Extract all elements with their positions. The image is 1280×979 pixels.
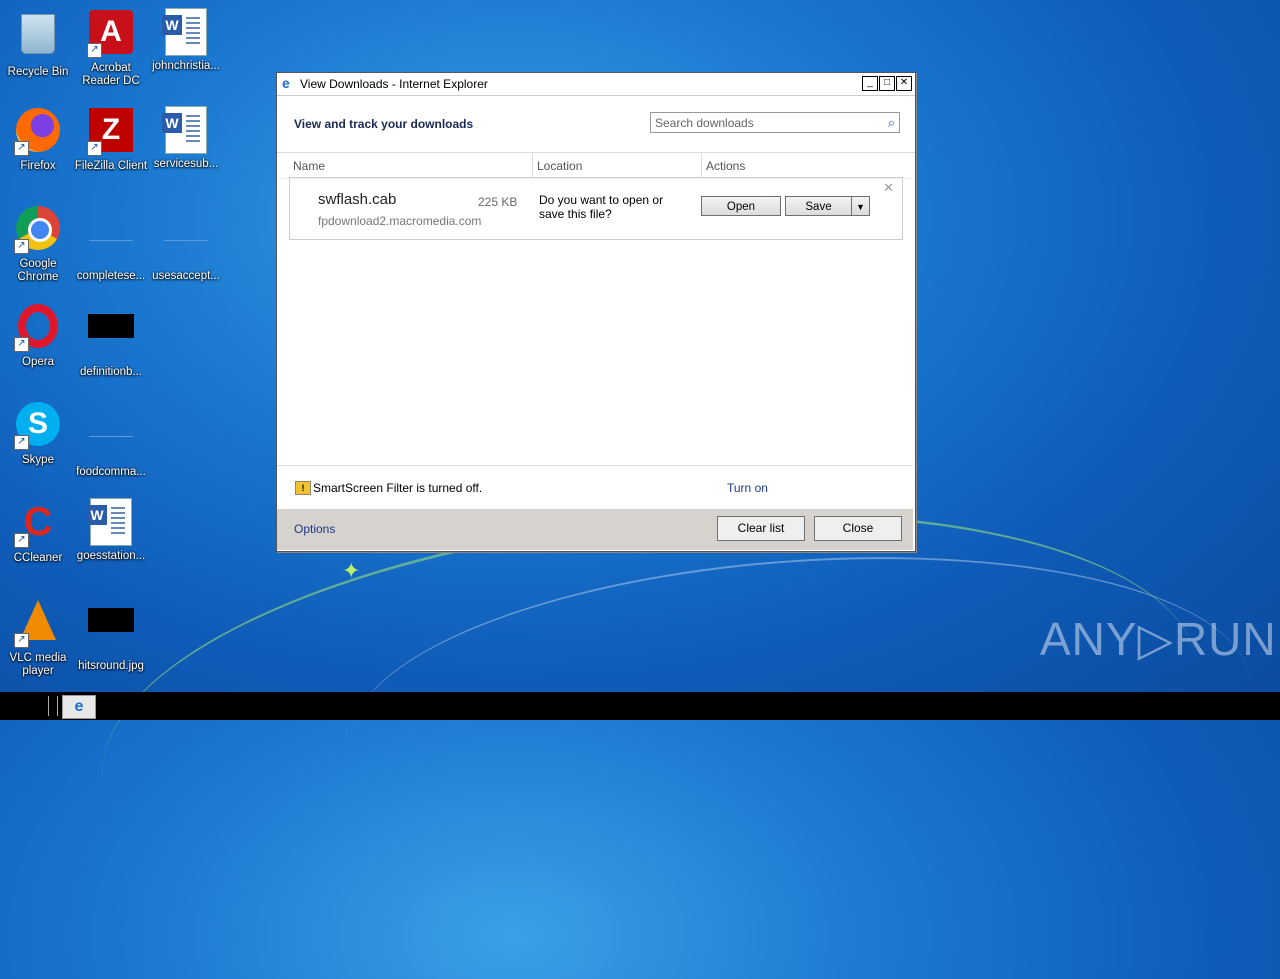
- desktop-icon-image[interactable]: hitsround.jpg: [73, 596, 149, 673]
- window-titlebar[interactable]: e View Downloads - Internet Explorer _ □…: [277, 73, 915, 96]
- shortcut-arrow-icon: ↗: [14, 141, 29, 156]
- desktop-icon-word-doc[interactable]: W johnchristia...: [148, 8, 224, 73]
- column-divider: [701, 153, 702, 178]
- desktop-icon-filezilla[interactable]: Z ↗ FileZilla Client: [73, 106, 149, 173]
- desktop-icon-ccleaner[interactable]: C ↗ CCleaner: [0, 498, 76, 565]
- file-icon: [89, 414, 133, 437]
- shortcut-arrow-icon: ↗: [87, 43, 102, 58]
- column-headers: Name Location Actions: [277, 153, 915, 179]
- download-item[interactable]: swflash.cab 225 KB fpdownload2.macromedi…: [289, 177, 903, 240]
- dismiss-download-icon[interactable]: ✕: [883, 180, 894, 196]
- desktop-icon-acrobat[interactable]: A ↗ Acrobat Reader DC: [73, 8, 149, 88]
- word-document-icon: W: [162, 8, 207, 56]
- shortcut-arrow-icon: ↗: [87, 141, 102, 156]
- word-document-icon: W: [87, 498, 132, 546]
- search-input[interactable]: Search downloads ⌕: [650, 112, 900, 133]
- minimize-button[interactable]: _: [862, 76, 878, 91]
- page-title: View and track your downloads: [294, 117, 474, 131]
- anyrun-watermark: ANY▷RUN: [1040, 613, 1277, 665]
- close-window-button[interactable]: ✕: [896, 76, 912, 91]
- maximize-button[interactable]: □: [879, 76, 895, 91]
- download-filename: swflash.cab: [318, 191, 397, 208]
- desktop-icon-file[interactable]: usesaccept...: [148, 204, 224, 283]
- desktop-icon-file[interactable]: completese...: [73, 204, 149, 283]
- shortcut-arrow-icon: ↗: [14, 633, 29, 648]
- recycle-bin-icon: [21, 14, 55, 54]
- options-link[interactable]: Options: [294, 522, 335, 536]
- desktop-icon-file[interactable]: foodcomma...: [73, 400, 149, 479]
- clear-list-button[interactable]: Clear list: [717, 516, 805, 541]
- download-prompt: Do you want to open or save this file?: [539, 193, 664, 221]
- save-button[interactable]: Save: [785, 196, 852, 216]
- smartscreen-status: SmartScreen Filter is turned off.: [313, 481, 483, 495]
- shortcut-arrow-icon: ↗: [14, 533, 29, 548]
- column-divider: [532, 153, 533, 178]
- internet-explorer-icon: e: [282, 75, 290, 91]
- search-placeholder: Search downloads: [655, 116, 754, 130]
- desktop-icon-vlc[interactable]: ↗ VLC media player: [0, 596, 76, 678]
- word-document-icon: W: [162, 106, 207, 154]
- file-icon: [164, 218, 208, 241]
- column-header-name[interactable]: Name: [293, 159, 325, 173]
- smartscreen-bar: ! SmartScreen Filter is turned off. Turn…: [277, 465, 913, 510]
- desktop-icon-recycle-bin[interactable]: Recycle Bin: [0, 8, 76, 79]
- window-footer: Options Clear list Close: [277, 509, 913, 550]
- downloads-header: View and track your downloads Search dow…: [277, 96, 915, 153]
- taskbar-internet-explorer-button[interactable]: e: [62, 695, 96, 719]
- desktop-icon-word-doc[interactable]: W goesstation...: [73, 498, 149, 563]
- taskbar-gripper[interactable]: [48, 696, 58, 716]
- shortcut-arrow-icon: ↗: [14, 435, 29, 450]
- chevron-down-icon: ▼: [856, 202, 865, 212]
- column-header-actions[interactable]: Actions: [706, 159, 745, 173]
- close-button[interactable]: Close: [814, 516, 902, 541]
- desktop-icon-skype[interactable]: S ↗ Skype: [0, 400, 76, 467]
- taskbar: e: [0, 692, 1280, 720]
- shield-warning-icon: !: [295, 481, 311, 495]
- internet-explorer-icon: e: [74, 698, 84, 715]
- desktop-icon-opera[interactable]: ↗ Opera: [0, 302, 76, 369]
- download-size: 225 KB: [478, 195, 518, 209]
- shortcut-arrow-icon: ↗: [14, 239, 29, 254]
- desktop-icon-firefox[interactable]: ↗ Firefox: [0, 106, 76, 173]
- image-thumbnail-icon: [88, 314, 134, 338]
- column-header-location[interactable]: Location: [537, 159, 582, 173]
- desktop-icon-chrome[interactable]: ↗ Google Chrome: [0, 204, 76, 284]
- window-controls: _ □ ✕: [862, 76, 912, 91]
- search-icon[interactable]: ⌕: [888, 115, 895, 131]
- save-dropdown-button[interactable]: ▼: [851, 196, 870, 216]
- download-source: fpdownload2.macromedia.com: [318, 214, 482, 228]
- file-icon: [89, 218, 133, 241]
- image-thumbnail-icon: [88, 608, 134, 632]
- desktop-icon-word-doc[interactable]: W servicesub...: [148, 106, 224, 171]
- open-button[interactable]: Open: [701, 196, 781, 216]
- window-title: View Downloads - Internet Explorer: [300, 77, 488, 91]
- desktop-icon-file[interactable]: definitionb...: [73, 302, 149, 379]
- shortcut-arrow-icon: ↗: [14, 337, 29, 352]
- view-downloads-window: e View Downloads - Internet Explorer _ □…: [276, 72, 916, 552]
- turn-on-link[interactable]: Turn on: [727, 481, 768, 495]
- wallpaper-logo-icon: ✦: [342, 558, 361, 583]
